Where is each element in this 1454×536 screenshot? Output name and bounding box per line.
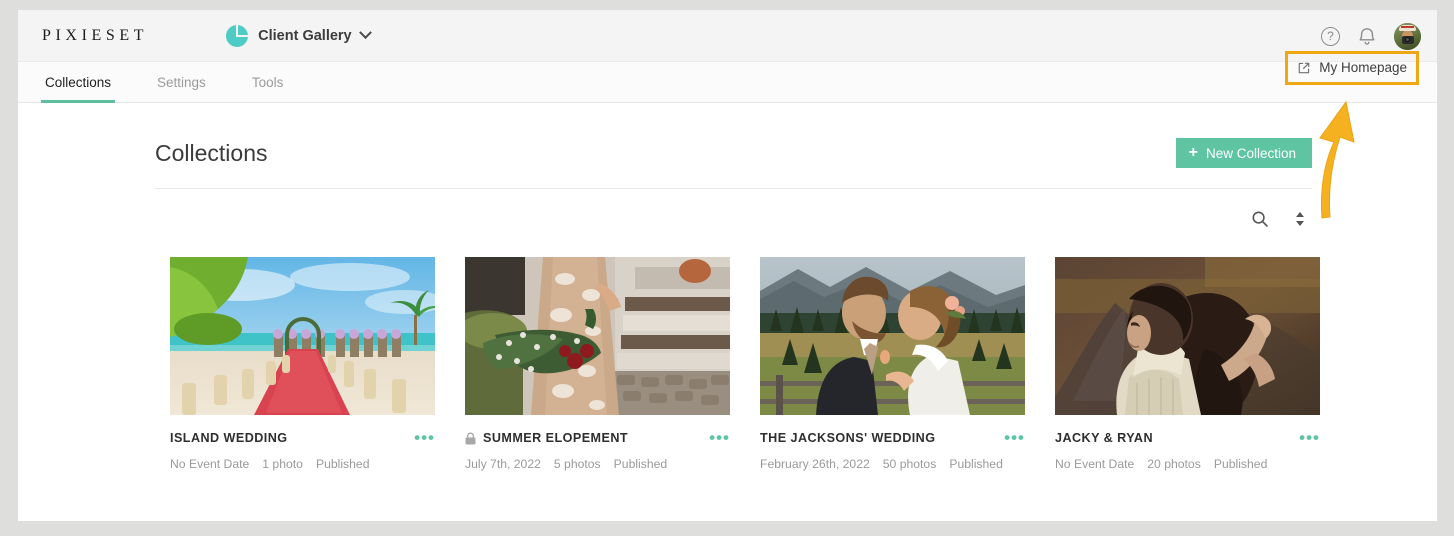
collection-thumbnail-summer-elopement[interactable] xyxy=(465,257,730,415)
tab-tools-label: Tools xyxy=(251,74,284,90)
collection-title-row: JACKY & RYAN ••• xyxy=(1055,429,1320,446)
collection-card[interactable]: ISLAND WEDDING ••• No Event Date 1 photo… xyxy=(170,257,435,471)
bell-icon[interactable] xyxy=(1358,26,1376,46)
collection-meta: No Event Date 20 photos Published xyxy=(1055,457,1320,471)
header-divider xyxy=(155,188,1312,189)
collection-photo-count: 20 photos xyxy=(1147,457,1201,471)
app-switcher-label: Client Gallery xyxy=(258,27,352,44)
page-header: Collections + New Collection xyxy=(155,133,1312,173)
collection-status: Published xyxy=(315,457,370,471)
collection-title-text: ISLAND WEDDING xyxy=(170,431,288,445)
avatar[interactable] xyxy=(1394,22,1421,50)
tab-settings-label: Settings xyxy=(157,74,206,90)
my-homepage-label: My Homepage xyxy=(1319,60,1407,75)
tab-settings[interactable]: Settings xyxy=(155,62,208,103)
new-collection-label: New Collection xyxy=(1205,145,1296,161)
collection-options-menu[interactable]: ••• xyxy=(709,429,730,446)
collection-card[interactable]: JACKY & RYAN ••• No Event Date 20 photos… xyxy=(1055,257,1320,471)
collection-date: No Event Date xyxy=(170,457,250,471)
external-link-icon xyxy=(1297,61,1311,75)
collection-options-menu[interactable]: ••• xyxy=(414,429,435,446)
chevron-down-icon xyxy=(358,26,372,40)
page-title: Collections xyxy=(155,139,268,166)
sort-icon[interactable] xyxy=(1291,210,1309,228)
collection-title: SUMMER ELOPEMENT xyxy=(465,431,628,445)
collection-title-text: SUMMER ELOPEMENT xyxy=(483,431,629,445)
collection-thumbnail-island-wedding[interactable] xyxy=(170,257,435,415)
help-icon[interactable]: ? xyxy=(1321,26,1340,46)
collection-date: July 7th, 2022 xyxy=(465,457,541,471)
collection-title-text: THE JACKSONS' WEDDING xyxy=(760,431,936,445)
collection-options-menu[interactable]: ••• xyxy=(1004,429,1025,446)
collection-title-row: THE JACKSONS' WEDDING ••• xyxy=(760,429,1025,446)
main-nav-bar: Collections Settings Tools My Homepage xyxy=(18,51,1437,103)
collections-toolbar xyxy=(155,207,1309,231)
plus-icon: + xyxy=(1188,144,1198,161)
lock-icon xyxy=(465,432,476,445)
top-header-bar: PIXIESET Client Gallery ? xyxy=(18,10,1437,62)
collection-thumbnail-jacky-ryan[interactable] xyxy=(1055,257,1320,415)
collection-photo-count: 1 photo xyxy=(262,457,303,471)
collection-meta: February 26th, 2022 50 photos Published xyxy=(760,457,1025,471)
collection-meta: No Event Date 1 photo Published xyxy=(170,457,435,471)
collection-card[interactable]: SUMMER ELOPEMENT ••• July 7th, 2022 5 ph… xyxy=(465,257,730,471)
collection-status: Published xyxy=(1213,457,1268,471)
collection-options-menu[interactable]: ••• xyxy=(1299,429,1320,446)
tab-tools[interactable]: Tools xyxy=(250,62,286,103)
collection-card[interactable]: THE JACKSONS' WEDDING ••• February 26th,… xyxy=(760,257,1025,471)
collection-status: Published xyxy=(613,457,668,471)
collections-grid: ISLAND WEDDING ••• No Event Date 1 photo… xyxy=(170,257,1437,471)
collection-date: February 26th, 2022 xyxy=(760,457,870,471)
collection-title-row: SUMMER ELOPEMENT ••• xyxy=(465,429,730,446)
collection-title: ISLAND WEDDING xyxy=(170,431,288,445)
app-switcher-client-gallery[interactable]: Client Gallery xyxy=(226,24,372,47)
search-icon[interactable] xyxy=(1251,210,1269,228)
client-gallery-icon xyxy=(226,24,249,47)
tab-collections-label: Collections xyxy=(45,74,112,90)
collection-title: THE JACKSONS' WEDDING xyxy=(760,431,935,445)
collection-photo-count: 5 photos xyxy=(553,457,601,471)
collection-thumbnail-jacksons-wedding[interactable] xyxy=(760,257,1025,415)
collection-photo-count: 50 photos xyxy=(882,457,937,471)
tab-collections[interactable]: Collections xyxy=(40,62,116,103)
collection-title-row: ISLAND WEDDING ••• xyxy=(170,429,435,446)
collection-date: No Event Date xyxy=(1055,457,1135,471)
new-collection-button[interactable]: + New Collection xyxy=(1175,138,1312,168)
collection-title-text: JACKY & RYAN xyxy=(1055,431,1154,445)
collections-page: Collections + New Collection ISLAND WEDD… xyxy=(18,133,1437,471)
collection-meta: July 7th, 2022 5 photos Published xyxy=(465,457,730,471)
collection-title: JACKY & RYAN xyxy=(1055,431,1153,445)
collection-status: Published xyxy=(949,457,1003,471)
pixieset-logo[interactable]: PIXIESET xyxy=(42,27,148,45)
app-window: PIXIESET Client Gallery ? Collections Se… xyxy=(18,10,1437,521)
my-homepage-link[interactable]: My Homepage xyxy=(1285,51,1419,85)
